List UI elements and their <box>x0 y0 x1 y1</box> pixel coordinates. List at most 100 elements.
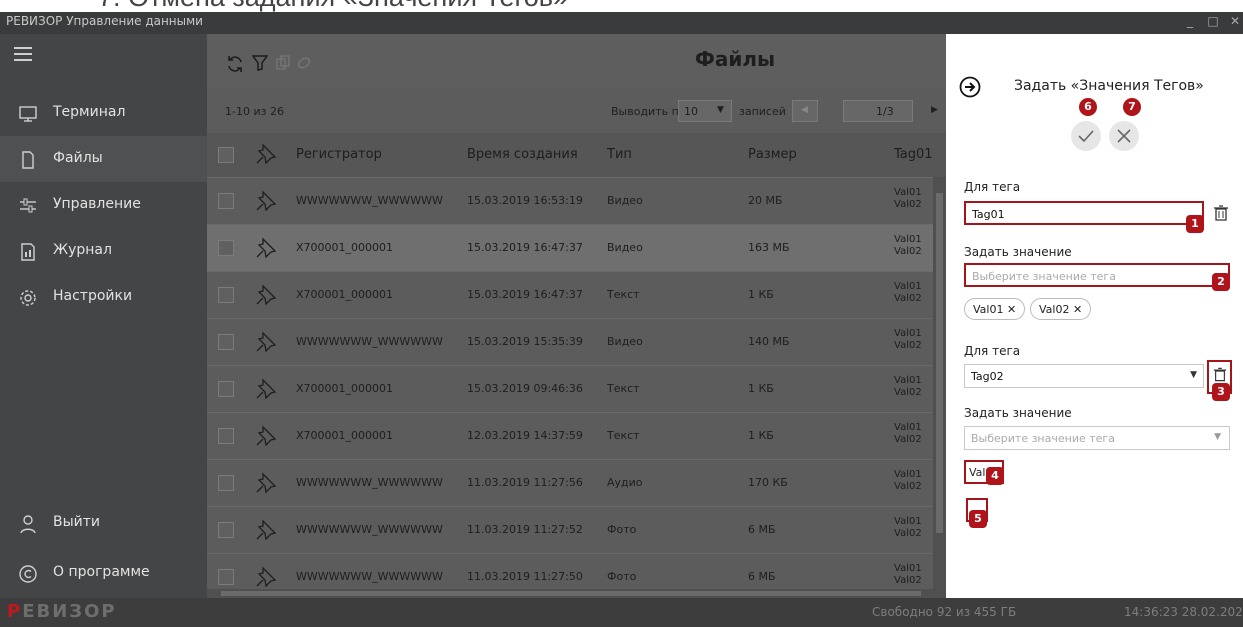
refresh-icon[interactable] <box>225 54 245 74</box>
table-row[interactable]: WWWWWWW_WWWWWW 11.03.2019 11:27:52 Фото 6 М… <box>207 506 933 553</box>
pin-icon[interactable] <box>254 377 278 401</box>
remove-chip-icon[interactable]: ✕ <box>1007 303 1016 316</box>
next-page-button[interactable]: ▶ <box>931 105 938 115</box>
trash-icon[interactable] <box>1213 204 1229 222</box>
placeholder-text: Выберите значение тега <box>972 270 1116 283</box>
clock-text: 14:36:23 28.02.202 <box>1124 605 1243 619</box>
value-chip[interactable]: Val02 ✕ <box>1030 298 1092 320</box>
callout-badge: 6 <box>1079 98 1097 116</box>
logo: РЕВИЗОР <box>7 601 117 622</box>
maximize-button[interactable]: □ <box>1203 14 1223 28</box>
table-row[interactable]: WWWWWWW_WWWWWW 15.03.2019 15:35:39 Видео 14… <box>207 318 933 365</box>
sidebar-item-terminal[interactable]: Терминал <box>0 90 207 136</box>
close-window-button[interactable]: ✕ <box>1225 14 1243 28</box>
tag2-select[interactable]: Tag02 ▼ <box>964 364 1204 388</box>
callout-badge: 1 <box>1186 215 1204 233</box>
column-header[interactable]: Тип <box>607 147 632 162</box>
pin-icon[interactable] <box>254 236 278 260</box>
sidebar-item-journal[interactable]: Журнал <box>0 228 207 274</box>
table-row[interactable]: X700001_000001 15.03.2019 16:47:37 Видео 16… <box>207 224 933 271</box>
table-cell-reg: X700001_000001 <box>296 241 394 254</box>
table-row[interactable]: WWWWWWW_WWWWWW 11.03.2019 11:27:56 Аудио 17… <box>207 459 933 506</box>
placeholder-text: Выберите значение тега <box>971 432 1115 445</box>
row-checkbox[interactable] <box>218 193 234 209</box>
sidebar-item-settings[interactable]: Настройки <box>0 274 207 320</box>
row-checkbox[interactable] <box>218 240 234 256</box>
for-tag-label: Для тега <box>964 180 1021 194</box>
sidebar: Терминал Файлы Управление Журнал Настрой… <box>0 34 207 598</box>
table-cell-tag: Val01 Val02 <box>894 469 922 493</box>
table-cell-time: 11.03.2019 11:27:56 <box>467 476 583 489</box>
row-checkbox[interactable] <box>218 522 234 538</box>
row-checkbox[interactable] <box>218 475 234 491</box>
panel-title: Задать «Значения Тегов» <box>1014 78 1204 94</box>
row-checkbox[interactable] <box>218 334 234 350</box>
row-checkbox[interactable] <box>218 287 234 303</box>
table-cell-reg: WWWWWWW_WWWWWW <box>296 194 443 207</box>
select-all-checkbox[interactable] <box>218 147 234 163</box>
value-chip[interactable]: Val01 ✕ <box>964 298 1026 320</box>
per-page-select[interactable]: 10 ▼ <box>678 100 732 122</box>
tag1-select[interactable]: Tag01 <box>964 201 1204 225</box>
table-row[interactable]: X700001_000001 15.03.2019 16:47:37 Текст 1 … <box>207 271 933 318</box>
row-checkbox[interactable] <box>218 381 234 397</box>
scrollbar-thumb[interactable] <box>936 193 943 533</box>
pin-icon[interactable] <box>254 424 278 448</box>
apply-check-button[interactable] <box>1070 120 1102 152</box>
table-cell-time: 15.03.2019 15:35:39 <box>467 335 583 348</box>
pin-icon[interactable] <box>254 518 278 542</box>
pin-icon[interactable] <box>254 283 278 307</box>
tag2-value-input[interactable]: Выберите значение тега ▼ <box>964 426 1230 450</box>
hamburger-menu-icon[interactable] <box>14 47 32 61</box>
sidebar-item-files[interactable]: Файлы <box>0 136 207 182</box>
sidebar-item-logout[interactable]: Выйти <box>0 500 207 546</box>
page-title: Файлы <box>695 47 776 71</box>
callout-badge: 5 <box>969 510 987 528</box>
table-cell-time: 15.03.2019 16:47:37 <box>467 288 583 301</box>
sidebar-item-label: Настройки <box>53 288 133 304</box>
horizontal-scrollbar[interactable] <box>207 589 946 598</box>
vertical-scrollbar[interactable] <box>933 177 946 589</box>
remove-chip-icon[interactable]: ✕ <box>1073 303 1082 316</box>
table-cell-size: 163 МБ <box>748 241 790 254</box>
pin-icon[interactable] <box>254 330 278 354</box>
tag1-value-input[interactable]: Выберите значение тега <box>964 263 1230 287</box>
pin-icon[interactable] <box>254 565 278 589</box>
sidebar-item-label: Файлы <box>53 150 103 166</box>
column-header[interactable]: Регистратор <box>296 147 382 162</box>
pin-icon[interactable] <box>254 471 278 495</box>
per-page-value: 10 <box>684 105 698 118</box>
column-header[interactable]: Время создания <box>467 147 578 162</box>
gear-icon <box>20 290 36 306</box>
table-row[interactable]: X700001_000001 12.03.2019 14:37:59 Текст 1 … <box>207 412 933 459</box>
unlink-icon[interactable] <box>296 55 312 71</box>
sidebar-item-about[interactable]: О программе <box>0 550 207 596</box>
tag-value: Val02 <box>894 528 922 539</box>
table-row[interactable]: X700001_000001 15.03.2019 09:46:36 Текст 1 … <box>207 365 933 412</box>
sidebar-item-management[interactable]: Управление <box>0 182 207 228</box>
column-header[interactable]: Размер <box>748 147 797 162</box>
pin-icon[interactable] <box>254 189 278 213</box>
row-checkbox[interactable] <box>218 428 234 444</box>
table-cell-size: 1 КБ <box>748 288 774 301</box>
cancel-button[interactable] <box>1108 120 1140 152</box>
heading-text: 7. Отмена задания «Значения Тегов» <box>98 0 568 12</box>
prev-page-button[interactable]: ◀ <box>792 100 818 122</box>
copy-icon[interactable] <box>275 55 291 71</box>
table-cell-time: 15.03.2019 16:47:37 <box>467 241 583 254</box>
column-header[interactable]: Tag01 <box>894 147 933 162</box>
tag-value: Val01 <box>894 516 922 527</box>
table-cell-type: Видео <box>607 241 643 254</box>
table-cell-time: 11.03.2019 11:27:50 <box>467 570 583 583</box>
tag-value: Val01 <box>894 422 922 433</box>
row-checkbox[interactable] <box>218 569 234 585</box>
tag-value: Val02 <box>894 387 922 398</box>
minimize-button[interactable]: _ <box>1180 14 1200 28</box>
files-toolbar: Файлы <box>207 34 946 89</box>
table-cell-size: 20 МБ <box>748 194 783 207</box>
arrow-right-icon[interactable] <box>959 76 981 98</box>
filter-icon[interactable] <box>251 54 269 72</box>
scrollbar-thumb[interactable] <box>221 591 921 596</box>
table-row[interactable]: WWWWWWW_WWWWWW 15.03.2019 16:53:19 Видео 20… <box>207 177 933 224</box>
chip-label: Val01 <box>973 303 1004 316</box>
